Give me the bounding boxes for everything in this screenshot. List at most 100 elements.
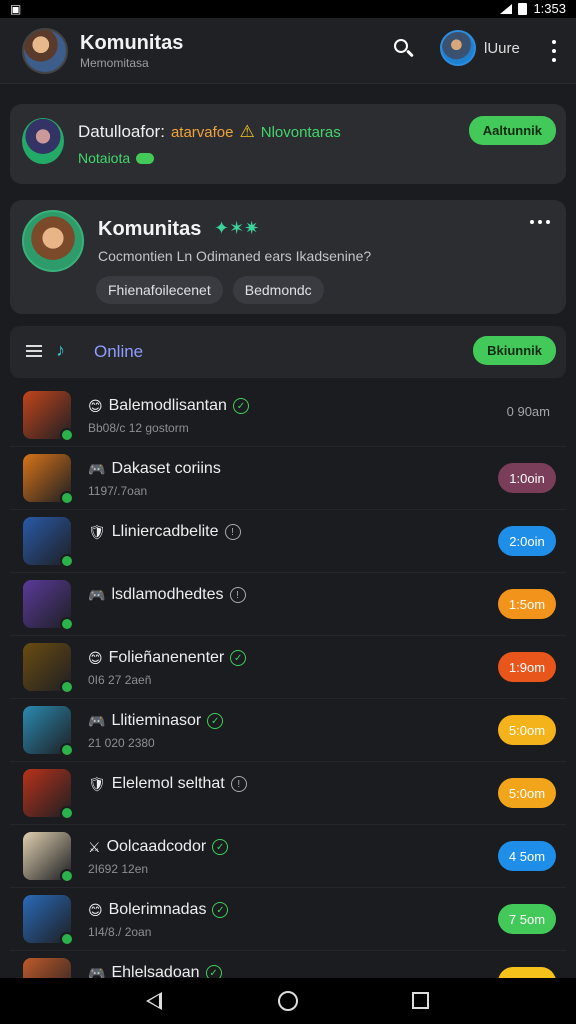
signal-icon (500, 3, 513, 14)
member-subtitle: 21 020 2380 (88, 736, 155, 750)
leaf-icon: ✓ (205, 965, 222, 978)
back-icon[interactable] (146, 992, 162, 1010)
music-note-icon[interactable]: ♪ (56, 340, 65, 361)
game-thumbnail (23, 706, 74, 757)
avatar (440, 30, 476, 66)
game-thumbnail (23, 895, 74, 946)
notification-icon: ▣ (10, 2, 22, 16)
game-thumbnail (23, 454, 74, 505)
online-status-icon (60, 680, 74, 694)
online-status-icon (60, 743, 74, 757)
list-item[interactable]: 😊 Balemodlisantan ✓ Bb08/c 12 gostorm 0 90am (10, 384, 566, 447)
notice-status: Notaiota (78, 150, 131, 166)
list-item[interactable]: ⚔ Oolcaadcodor ✓ 2I692 12en 4 5om (10, 825, 566, 888)
user-profile-button[interactable]: lUure (440, 30, 520, 66)
user-name: lUure (484, 39, 520, 57)
time-badge[interactable]: 1:0oin (498, 463, 556, 493)
status-bar: ▣ 1:353 (0, 0, 576, 18)
online-status-icon (60, 932, 74, 946)
recent-apps-icon[interactable] (412, 992, 429, 1009)
notice-action-button[interactable]: Aaltunnik (468, 116, 556, 145)
member-name: Dakaset coriins (111, 460, 221, 477)
game-icon: 🎮 (88, 586, 106, 603)
more-vertical-icon (552, 40, 556, 44)
game-icon: 🎮 (88, 460, 106, 477)
check-status-icon: ! (230, 776, 247, 792)
community-card: Komunitas ✦✶✷ Cocmontien Ln Odimaned ear… (10, 200, 566, 314)
toggle-icon (136, 152, 155, 164)
community-more-button[interactable] (530, 220, 550, 224)
game-icon: ⚔ (88, 838, 101, 855)
member-name: Ehlelsadoan (111, 964, 200, 978)
community-profile-avatar[interactable] (22, 210, 84, 272)
online-status-icon (60, 806, 74, 820)
home-icon[interactable] (278, 991, 298, 1011)
time-badge[interactable]: 5:0om (498, 778, 556, 808)
list-item[interactable]: 🛡 Elelemol selthat! 5:0om (10, 762, 566, 825)
time-badge[interactable] (498, 967, 556, 978)
game-icon: 🎮 (88, 964, 106, 979)
time-badge[interactable]: 1:5om (498, 589, 556, 619)
game-icon: 😊 (88, 649, 103, 666)
notice-label: Datulloafor: (78, 122, 165, 141)
time-badge[interactable]: 1:9om (498, 652, 556, 682)
community-avatar[interactable] (22, 28, 68, 74)
game-thumbnail (23, 832, 74, 883)
member-subtitle: 2I692 12en (88, 862, 149, 876)
sparkle-icon: ✦✶✷ (214, 218, 260, 238)
search-button[interactable] (390, 36, 418, 64)
check-status-icon: ✓ (230, 650, 247, 666)
game-icon: 🛡 (88, 523, 106, 540)
game-thumbnail (23, 391, 74, 442)
game-thumbnail (23, 958, 71, 978)
leaf-icon: ✓ (212, 839, 229, 855)
list-item[interactable]: 🎮 lsdlamodhedtes! 1:5om (10, 573, 566, 636)
member-name: Balemodlisantan (108, 397, 227, 414)
notice-card[interactable]: Datulloafor: atarvafoe ⚠ Nlovontaras Not… (10, 104, 566, 184)
warning-icon: ⚠ (239, 122, 255, 141)
status-time: 1:353 (533, 1, 566, 16)
menu-icon[interactable] (26, 345, 42, 357)
check-status-icon: ✓ (207, 713, 224, 729)
more-horizontal-icon (530, 220, 534, 224)
game-icon: 😊 (88, 901, 103, 918)
check-status-icon: ! (229, 587, 246, 603)
app-bar: Komunitas Memomitasa lUure (0, 18, 576, 84)
game-thumbnail (23, 580, 74, 631)
list-item[interactable]: 😊 Folieñanenenter ✓ 0I6 27 2aeñ 1:9om (10, 636, 566, 699)
member-name: Oolcaadcodor (106, 838, 207, 855)
page-title: Komunitas (80, 32, 184, 54)
community-title: Komunitas (98, 218, 202, 240)
online-status-icon (60, 428, 74, 442)
game-thumbnail (23, 517, 74, 568)
game-thumbnail (23, 769, 74, 820)
member-list: 😊 Balemodlisantan ✓ Bb08/c 12 gostorm 0 90am… (10, 384, 566, 978)
game-icon: 😊 (88, 397, 103, 414)
list-item[interactable]: 😊 Bolerimnadas ✓ 1I4/8./ 2oan 7 5om (10, 888, 566, 951)
time-badge[interactable]: 4 5om (498, 841, 556, 871)
member-name: Folieñanenenter (108, 649, 225, 666)
community-chip[interactable]: Bedmondc (232, 276, 324, 304)
page-subtitle: Memomitasa (80, 56, 149, 70)
online-action-button[interactable]: Bkiunnik (473, 336, 556, 365)
time-badge[interactable]: 2:0oin (498, 526, 556, 556)
more-options-button[interactable] (548, 40, 560, 62)
online-status-icon (60, 491, 74, 505)
check-status-icon: ✓ (232, 398, 249, 414)
time-label: 0 90am (506, 404, 550, 419)
community-chip[interactable]: Fhienafoilecenet (96, 276, 223, 304)
list-item[interactable]: 🎮 Llitieminasor ✓ 21 020 2380 5:0om (10, 699, 566, 762)
list-item[interactable]: 🎮 Dakaset coriins 1197/.7oan 1:0oin (10, 447, 566, 510)
system-nav-bar (0, 978, 576, 1024)
list-item[interactable]: 🎮 Ehlelsadoan ✓ (10, 951, 566, 978)
game-icon: 🎮 (88, 712, 106, 729)
member-name: Bolerimnadas (108, 901, 207, 918)
time-badge[interactable]: 7 5om (498, 904, 556, 934)
notice-highlight: atarvafoe (170, 123, 234, 141)
online-label: Online (94, 342, 144, 361)
member-name: Lliniercadbelite (111, 523, 219, 540)
time-badge[interactable]: 5:0om (498, 715, 556, 745)
game-icon: 🛡 (88, 775, 106, 792)
member-subtitle: 1I4/8./ 2oan (88, 925, 152, 939)
list-item[interactable]: 🛡 Lliniercadbelite! 2:0oin (10, 510, 566, 573)
